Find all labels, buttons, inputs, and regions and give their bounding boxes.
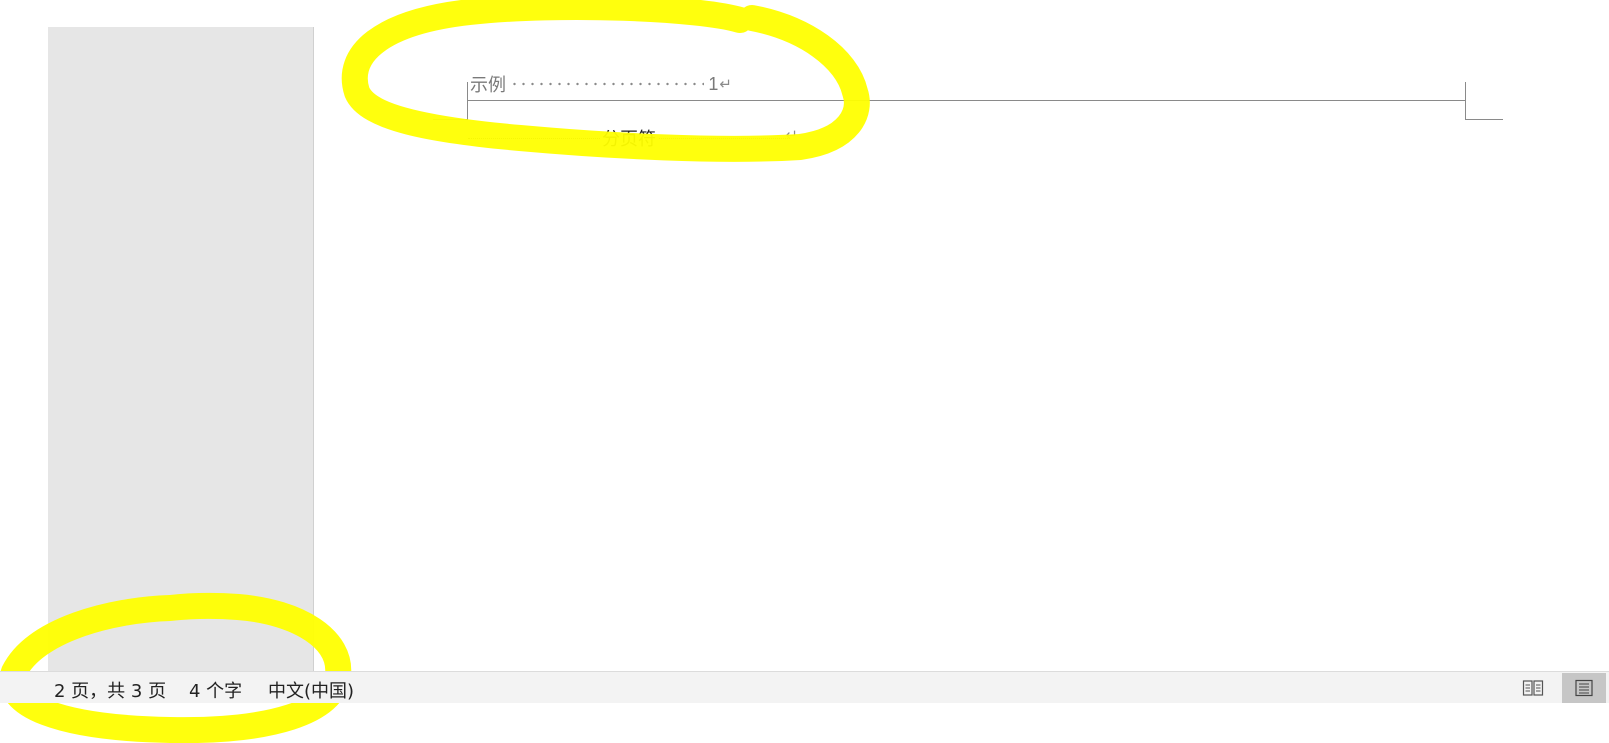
header-rule xyxy=(468,100,1466,101)
read-mode-button[interactable] xyxy=(1514,673,1552,703)
toc-dot-leader xyxy=(510,82,705,86)
toc-entry-text: 示例 xyxy=(470,75,506,96)
language-status[interactable]: 中文(中国) xyxy=(268,677,354,703)
toc-entry-page-number: 1 xyxy=(708,73,719,94)
word-count-status[interactable]: 4 个字 xyxy=(189,677,242,703)
page-break[interactable]: 分页符 ↵ xyxy=(468,125,798,151)
status-bar: 2 页，共 3 页 4 个字 中文(中国) xyxy=(0,671,1609,703)
crop-mark-top-left-vertical xyxy=(467,82,468,120)
page-count-status[interactable]: 2 页，共 3 页 xyxy=(54,677,166,703)
page-break-label: 分页符 xyxy=(600,125,658,151)
crop-mark-top-right-vertical xyxy=(1465,82,1466,120)
crop-mark-top-left-horizontal xyxy=(433,119,468,120)
navigation-pane[interactable] xyxy=(48,27,314,671)
word-window: 示例 1 ↵ 分页符 ↵ 2 页，共 3 页 4 个字 中文(中国) xyxy=(0,0,1609,743)
paragraph-mark-icon: ↵ xyxy=(719,76,732,93)
paragraph-mark-icon: ↵ xyxy=(785,127,798,144)
crop-mark-top-right-horizontal xyxy=(1465,119,1503,120)
print-layout-icon xyxy=(1575,679,1593,697)
print-layout-button[interactable] xyxy=(1562,673,1606,703)
toc-entry[interactable]: 示例 1 ↵ xyxy=(470,72,732,97)
read-mode-icon xyxy=(1522,680,1544,696)
